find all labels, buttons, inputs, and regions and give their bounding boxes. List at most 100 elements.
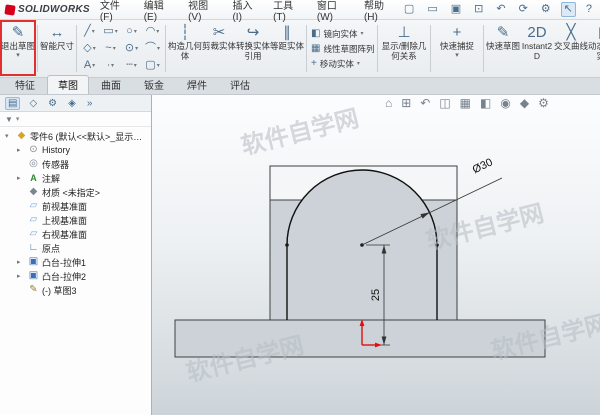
- rapid-sketch-button[interactable]: ✎ 快速草图: [486, 22, 520, 75]
- menu-item[interactable]: 视图(V): [188, 0, 220, 23]
- view-orientation-icon[interactable]: ▦: [460, 96, 471, 110]
- print-icon[interactable]: ⊡: [471, 2, 486, 17]
- arc-tool[interactable]: ◠▾: [142, 23, 163, 40]
- scene-icon[interactable]: ⚙: [538, 96, 549, 110]
- appearance-icon[interactable]: ◆: [520, 96, 529, 110]
- tree-item[interactable]: ∟ 原点: [3, 241, 151, 255]
- text-tool[interactable]: A▾: [79, 57, 100, 74]
- tree-item[interactable]: ▱ 前视基准面: [3, 199, 151, 213]
- quick-snaps-icon: +: [453, 25, 462, 41]
- tree-item[interactable]: ◆ 材质 <未指定>: [3, 185, 151, 199]
- convert-entities-button[interactable]: ↪ 转换实体引用: [236, 22, 270, 75]
- select-tool-icon[interactable]: ↖: [561, 2, 576, 17]
- tool-icon: ┆: [180, 25, 189, 41]
- exit-sketch-button[interactable]: ✎ 退出草图 ▾: [1, 22, 35, 75]
- ribbon-tab[interactable]: 钣金: [133, 75, 175, 94]
- help-icon[interactable]: ?: [583, 2, 595, 17]
- featuremanager-tab[interactable]: ▤: [5, 97, 20, 110]
- ribbon-tab[interactable]: 评估: [219, 75, 261, 94]
- zoom-fit-icon[interactable]: ⌂: [385, 96, 392, 110]
- fillet-tool[interactable]: ⌒▾: [142, 40, 163, 57]
- centerline-tool[interactable]: ┄▾: [121, 57, 142, 74]
- sketch-scene: Ø30 25 软件自学网 软件自学网 软件自学网 软件自学网: [152, 95, 600, 415]
- ribbon-tab[interactable]: 曲面: [90, 75, 132, 94]
- chevron-down-icon: ▾: [157, 62, 160, 69]
- quick-snaps-button[interactable]: + 快速捕捉 ▾: [433, 22, 481, 75]
- solidworks-logo-icon: [4, 4, 15, 15]
- tool-icon: 2D: [527, 25, 546, 41]
- relations-icon: ⊥: [397, 25, 410, 41]
- display-delete-relations-button[interactable]: ⊥ 显示/删除几何关系: [380, 22, 428, 75]
- display-style-icon[interactable]: ◧: [480, 96, 491, 110]
- section-view-icon[interactable]: ◫: [439, 96, 450, 110]
- filter-funnel-icon[interactable]: ▼: [5, 115, 13, 124]
- slot-tool[interactable]: ▢▾: [142, 57, 163, 74]
- trim-entities-button[interactable]: ✂ 剪裁实体: [202, 22, 236, 75]
- main-area: ▤ ◇ ⚙ ◈ » ▼ ▾ ▾ ◆ 零件6 (默认<<默认>_显示状态 1>): [0, 95, 600, 415]
- menu-item[interactable]: 工具(T): [273, 0, 305, 23]
- menu-item[interactable]: 窗口(W): [317, 0, 352, 23]
- save-icon[interactable]: ▣: [448, 2, 464, 17]
- ellipse-tool[interactable]: ⊙▾: [121, 40, 142, 57]
- hide-show-icon[interactable]: ◉: [500, 96, 510, 110]
- tree-item[interactable]: ▱ 上视基准面: [3, 213, 151, 227]
- height-dimension-label[interactable]: 25: [370, 289, 382, 301]
- rebuild-icon[interactable]: ⟳: [516, 2, 531, 17]
- tree-root-item[interactable]: ▾ ◆ 零件6 (默认<<默认>_显示状态 1>): [3, 129, 151, 143]
- tree-item[interactable]: ▸ A 注解: [3, 171, 151, 185]
- construction-geometry-button[interactable]: ┆ 构造几何体: [168, 22, 202, 75]
- tree-item[interactable]: ▱ 右视基准面: [3, 227, 151, 241]
- intersection-curve-button[interactable]: ╳ 交叉曲线: [554, 22, 588, 75]
- ribbon-tab[interactable]: 草图: [47, 75, 89, 94]
- rectangle-tool[interactable]: ▭▾: [100, 23, 121, 40]
- dynamic-mirror-button[interactable]: ◫ 动态镜向实体: [588, 22, 600, 75]
- sketch-icon: ✎: [28, 285, 39, 295]
- ribbon-tab[interactable]: 焊件: [176, 75, 218, 94]
- ribbon-tab[interactable]: 特征: [4, 75, 46, 94]
- tree-item[interactable]: ▸ ▣ 凸台-拉伸2: [3, 269, 151, 283]
- previous-view-icon[interactable]: ↶: [420, 96, 430, 110]
- history-icon: ⊙: [28, 145, 39, 155]
- display-pane-expand[interactable]: »: [85, 98, 95, 109]
- new-icon[interactable]: ▢: [401, 2, 417, 17]
- line-tool[interactable]: ╱▾: [79, 23, 100, 40]
- circle-tool[interactable]: ○▾: [121, 23, 142, 40]
- smart-dimension-icon: ↔: [50, 25, 65, 41]
- move-entities-button[interactable]: + 移动实体 ▾: [309, 57, 375, 71]
- polygon-tool[interactable]: ◇▾: [79, 40, 100, 57]
- collapse-caret-icon[interactable]: ▾: [5, 132, 13, 140]
- tree-item[interactable]: ▸ ⊙ History: [3, 143, 151, 157]
- zoom-area-icon[interactable]: ⊞: [401, 96, 411, 110]
- heads-up-toolbar: ⌂ ⊞ ↶ ◫ ▦ ◧ ◉ ◆ ⚙: [385, 96, 549, 110]
- menu-item[interactable]: 帮助(H): [364, 0, 397, 23]
- options-icon[interactable]: ⚙: [538, 2, 554, 17]
- dimxpert-tab[interactable]: ◈: [66, 98, 78, 109]
- panel-tab-strip: ▤ ◇ ⚙ ◈ »: [0, 95, 151, 112]
- smart-dimension-button[interactable]: ↔ 智能尺寸: [40, 22, 74, 75]
- chevron-down-icon: ▾: [113, 45, 116, 52]
- menu-item[interactable]: 编辑(E): [144, 0, 176, 23]
- chevron-down-icon[interactable]: ▾: [16, 115, 20, 123]
- ribbon-tab-bar: 特征 草图 曲面 钣金 焊件 评估: [0, 78, 600, 95]
- propertymanager-tab[interactable]: ◇: [27, 98, 39, 109]
- menu-item[interactable]: 插入(I): [232, 0, 261, 23]
- annotations-icon: A: [28, 174, 39, 183]
- ribbon-toolbar: ✎ 退出草图 ▾ ↔ 智能尺寸 ╱▾ ▭▾ ○▾ ◠▾: [0, 20, 600, 78]
- graphics-viewport[interactable]: ⌂ ⊞ ↶ ◫ ▦ ◧ ◉ ◆ ⚙: [152, 95, 600, 415]
- diameter-dimension-label[interactable]: Ø30: [471, 156, 495, 176]
- menu-item[interactable]: 文件(F): [100, 0, 132, 23]
- undo-icon[interactable]: ↶: [493, 2, 508, 17]
- point-tool[interactable]: ∙▾: [100, 57, 121, 74]
- instant2d-button[interactable]: 2D Instant2D: [520, 22, 554, 75]
- linear-sketch-pattern-button[interactable]: ▦ 线性草图阵列 ▾: [309, 42, 375, 56]
- mirror-entities-button[interactable]: ◧ 镜向实体 ▾: [309, 27, 375, 41]
- tree-item[interactable]: ✎ (-) 草图3: [3, 283, 151, 297]
- tree-item[interactable]: ◎ 传感器: [3, 157, 151, 171]
- open-icon[interactable]: ▭: [424, 2, 440, 17]
- tree-item[interactable]: ▸ ▣ 凸台-拉伸1: [3, 255, 151, 269]
- title-bar: SOLIDWORKS 文件(F) 编辑(E) 视图(V) 插入(I) 工具(T)…: [0, 0, 600, 20]
- configurationmanager-tab[interactable]: ⚙: [46, 98, 59, 109]
- sketch-point[interactable]: [285, 243, 289, 247]
- spline-tool[interactable]: ~▾: [100, 40, 121, 57]
- offset-entities-button[interactable]: ∥ 等距实体: [270, 22, 304, 75]
